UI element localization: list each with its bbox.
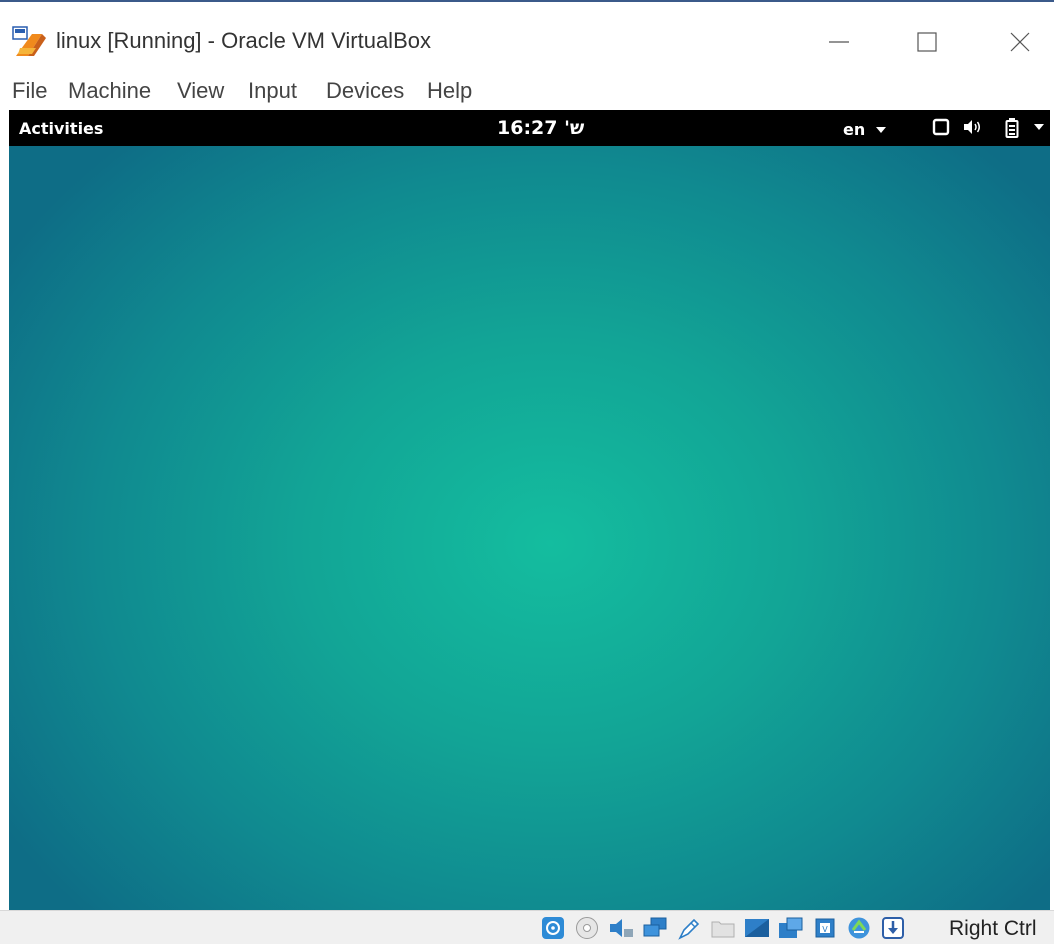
chevron-down-icon [875,127,886,133]
gnome-top-bar: Activities 16:27 'ש en [9,110,1050,146]
shared-folders-icon[interactable] [710,916,736,940]
menu-machine[interactable]: Machine [68,78,151,104]
network-icon[interactable] [642,916,668,940]
menu-input[interactable]: Input [248,78,297,104]
keyboard-capture-icon[interactable] [880,916,906,940]
desktop-background[interactable] [9,146,1050,910]
menu-bar: File Machine View Input Devices Help [0,70,1054,110]
menu-devices[interactable]: Devices [326,78,404,104]
display-icon[interactable] [744,916,770,940]
input-source-indicator[interactable]: en [843,120,887,139]
guest-display[interactable]: Activities 16:27 'ש en [9,110,1050,910]
audio-icon[interactable] [608,916,634,940]
menu-view[interactable]: View [177,78,224,104]
clock[interactable]: 16:27 'ש [497,117,584,139]
maximize-icon [917,32,937,52]
svg-text:V: V [822,925,828,934]
activities-button[interactable]: Activities [19,119,103,138]
minimize-icon [829,41,849,43]
video-capture-icon[interactable] [778,916,804,940]
input-source-label: en [843,120,866,139]
menu-file[interactable]: File [12,78,47,104]
usb-icon[interactable] [676,916,702,940]
window-title: linux [Running] - Oracle VM VirtualBox [56,28,431,53]
close-button[interactable] [997,22,1043,62]
close-icon [1010,32,1030,52]
battery-icon[interactable] [1005,118,1019,138]
volume-icon[interactable] [962,118,982,136]
cpu-icon[interactable]: V [812,916,838,940]
screen-icon[interactable] [932,118,950,136]
hard-disk-icon[interactable] [540,916,566,940]
maximize-button[interactable] [904,22,950,62]
minimize-button[interactable] [816,22,862,62]
virtualbox-window: linux [Running] - Oracle VM VirtualBox F… [0,0,1054,944]
status-bar: V Right Ctrl [0,910,1054,944]
mouse-integration-icon[interactable] [846,916,872,940]
title-bar[interactable]: linux [Running] - Oracle VM VirtualBox [0,4,1054,70]
optical-drive-icon[interactable] [574,916,600,940]
menu-help[interactable]: Help [427,78,472,104]
host-key-label[interactable]: Right Ctrl [949,917,1037,941]
virtualbox-icon [12,26,46,56]
system-menu-arrow-icon[interactable] [1033,123,1045,133]
